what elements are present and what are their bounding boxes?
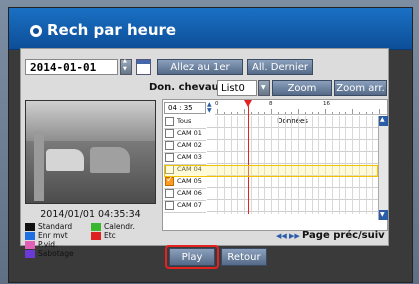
camera-checkbox[interactable] [165, 175, 174, 186]
vertical-scrollbar[interactable] [378, 116, 388, 220]
ruler-tick [352, 109, 353, 114]
time-input[interactable]: 04 : 35 [164, 102, 206, 114]
time-spinner-icon[interactable]: ▲ ▼ [207, 102, 214, 114]
video-frame-car-grey [90, 147, 130, 173]
ruler-tick [304, 112, 306, 114]
ruler-tick [298, 109, 299, 114]
ruler-tick [223, 112, 225, 114]
ruler-tick [237, 112, 239, 114]
ruler-tick-label: 16 [323, 101, 330, 107]
video-preview [25, 100, 156, 204]
camera-checkbox[interactable] [165, 141, 174, 150]
ruler-tick [271, 109, 272, 114]
ruler-tick [264, 112, 266, 114]
ruler-tick [338, 112, 340, 114]
camera-checkbox[interactable] [165, 153, 174, 162]
title-bar: Rech par heure [9, 8, 412, 50]
legend-label: Etc [104, 231, 116, 240]
ruler-tick [257, 112, 259, 114]
legend-swatch [91, 223, 101, 231]
playhead-marker-icon[interactable] [243, 100, 252, 107]
next-page-icon[interactable]: ▶▶ [289, 232, 300, 240]
row-label: Tous [177, 117, 192, 125]
camera-row-label-cell[interactable]: CAM 07 [164, 200, 206, 213]
date-spinner-icon[interactable] [120, 58, 132, 75]
timeline-grid[interactable]: 04 : 35 ▲ ▼ 0 8 16 Tous Données CAM 01 CAM 02 C… [162, 99, 388, 231]
circle-bullet-icon [30, 25, 42, 37]
video-frame-car-white [46, 149, 84, 171]
camera-row-label: CAM 05 [177, 177, 202, 185]
legend-swatch [91, 232, 101, 240]
window-title: Rech par heure [47, 21, 177, 39]
date-input[interactable]: 2014-01-01 [25, 59, 118, 75]
back-button[interactable]: Retour [221, 248, 267, 266]
video-frame-ceiling [26, 101, 155, 141]
camera-row-label: CAM 07 [177, 201, 202, 209]
go-to-first-button[interactable]: Allez au 1er [157, 59, 243, 75]
legend-label: Sabotage [38, 249, 74, 258]
ruler-tick [277, 112, 279, 114]
play-button[interactable]: Play [169, 248, 215, 266]
camera-row-label: CAM 01 [177, 129, 202, 137]
selected-row-highlight [164, 165, 378, 177]
legend-label: P.vid. [38, 240, 58, 249]
ruler-tick [358, 112, 360, 114]
legend-label: Calendr. [104, 222, 135, 231]
ruler-tick-label: 8 [269, 101, 273, 107]
ruler-tick [318, 112, 320, 114]
zoom-out-button[interactable]: Zoom arr. [334, 80, 387, 96]
ruler-tick [244, 109, 245, 114]
camera-checkbox[interactable] [165, 201, 174, 210]
ruler-tick [284, 112, 286, 114]
legend-label: Enr mvt [38, 231, 68, 240]
ruler-tick [250, 112, 252, 114]
scroll-down-icon[interactable] [379, 210, 388, 220]
camera-row-label: CAM 06 [177, 189, 202, 197]
previous-page-icon[interactable]: ◀◀ [276, 232, 287, 240]
go-to-last-button[interactable]: All. Dernier [247, 59, 313, 75]
overlap-list-select[interactable]: List0 [217, 80, 257, 96]
ruler-tick-label: 0 [215, 101, 219, 107]
ruler-tick [365, 112, 367, 114]
ruler-tick [379, 109, 380, 114]
ruler-tick [345, 112, 347, 114]
video-timestamp: 2014/01/01 04:35:34 [40, 209, 141, 220]
page-prev-next-label: Page préc/suiv [302, 230, 385, 241]
ruler-tick [372, 112, 374, 114]
camera-row-label: CAM 03 [177, 153, 202, 161]
calendar-icon[interactable] [136, 59, 151, 75]
ruler-tick [217, 109, 218, 114]
ruler-tick [230, 112, 232, 114]
camera-checkbox[interactable] [165, 129, 174, 138]
main-panel: 2014-01-01 Allez au 1er All. Dernier Don… [20, 48, 389, 258]
ruler-tick [325, 109, 326, 114]
video-frame-pillar [34, 131, 44, 201]
zoom-in-button[interactable]: Zoom avant [272, 80, 332, 109]
legend-label: Standard [38, 222, 73, 231]
playhead-line[interactable] [247, 102, 249, 214]
ruler-tick [331, 112, 333, 114]
checkbox[interactable] [165, 117, 174, 126]
ruler-tick [311, 112, 313, 114]
time-ruler[interactable]: 0 8 16 [215, 101, 387, 115]
legend-swatch [25, 232, 35, 240]
ruler-tick [291, 112, 293, 114]
scroll-up-icon[interactable] [379, 116, 388, 126]
camera-checkbox[interactable] [165, 189, 174, 198]
chevron-down-icon[interactable] [258, 80, 270, 96]
camera-row-label: CAM 02 [177, 141, 202, 149]
legend-swatch [25, 241, 35, 249]
legend-swatch [25, 223, 35, 231]
legend-swatch [25, 250, 35, 258]
